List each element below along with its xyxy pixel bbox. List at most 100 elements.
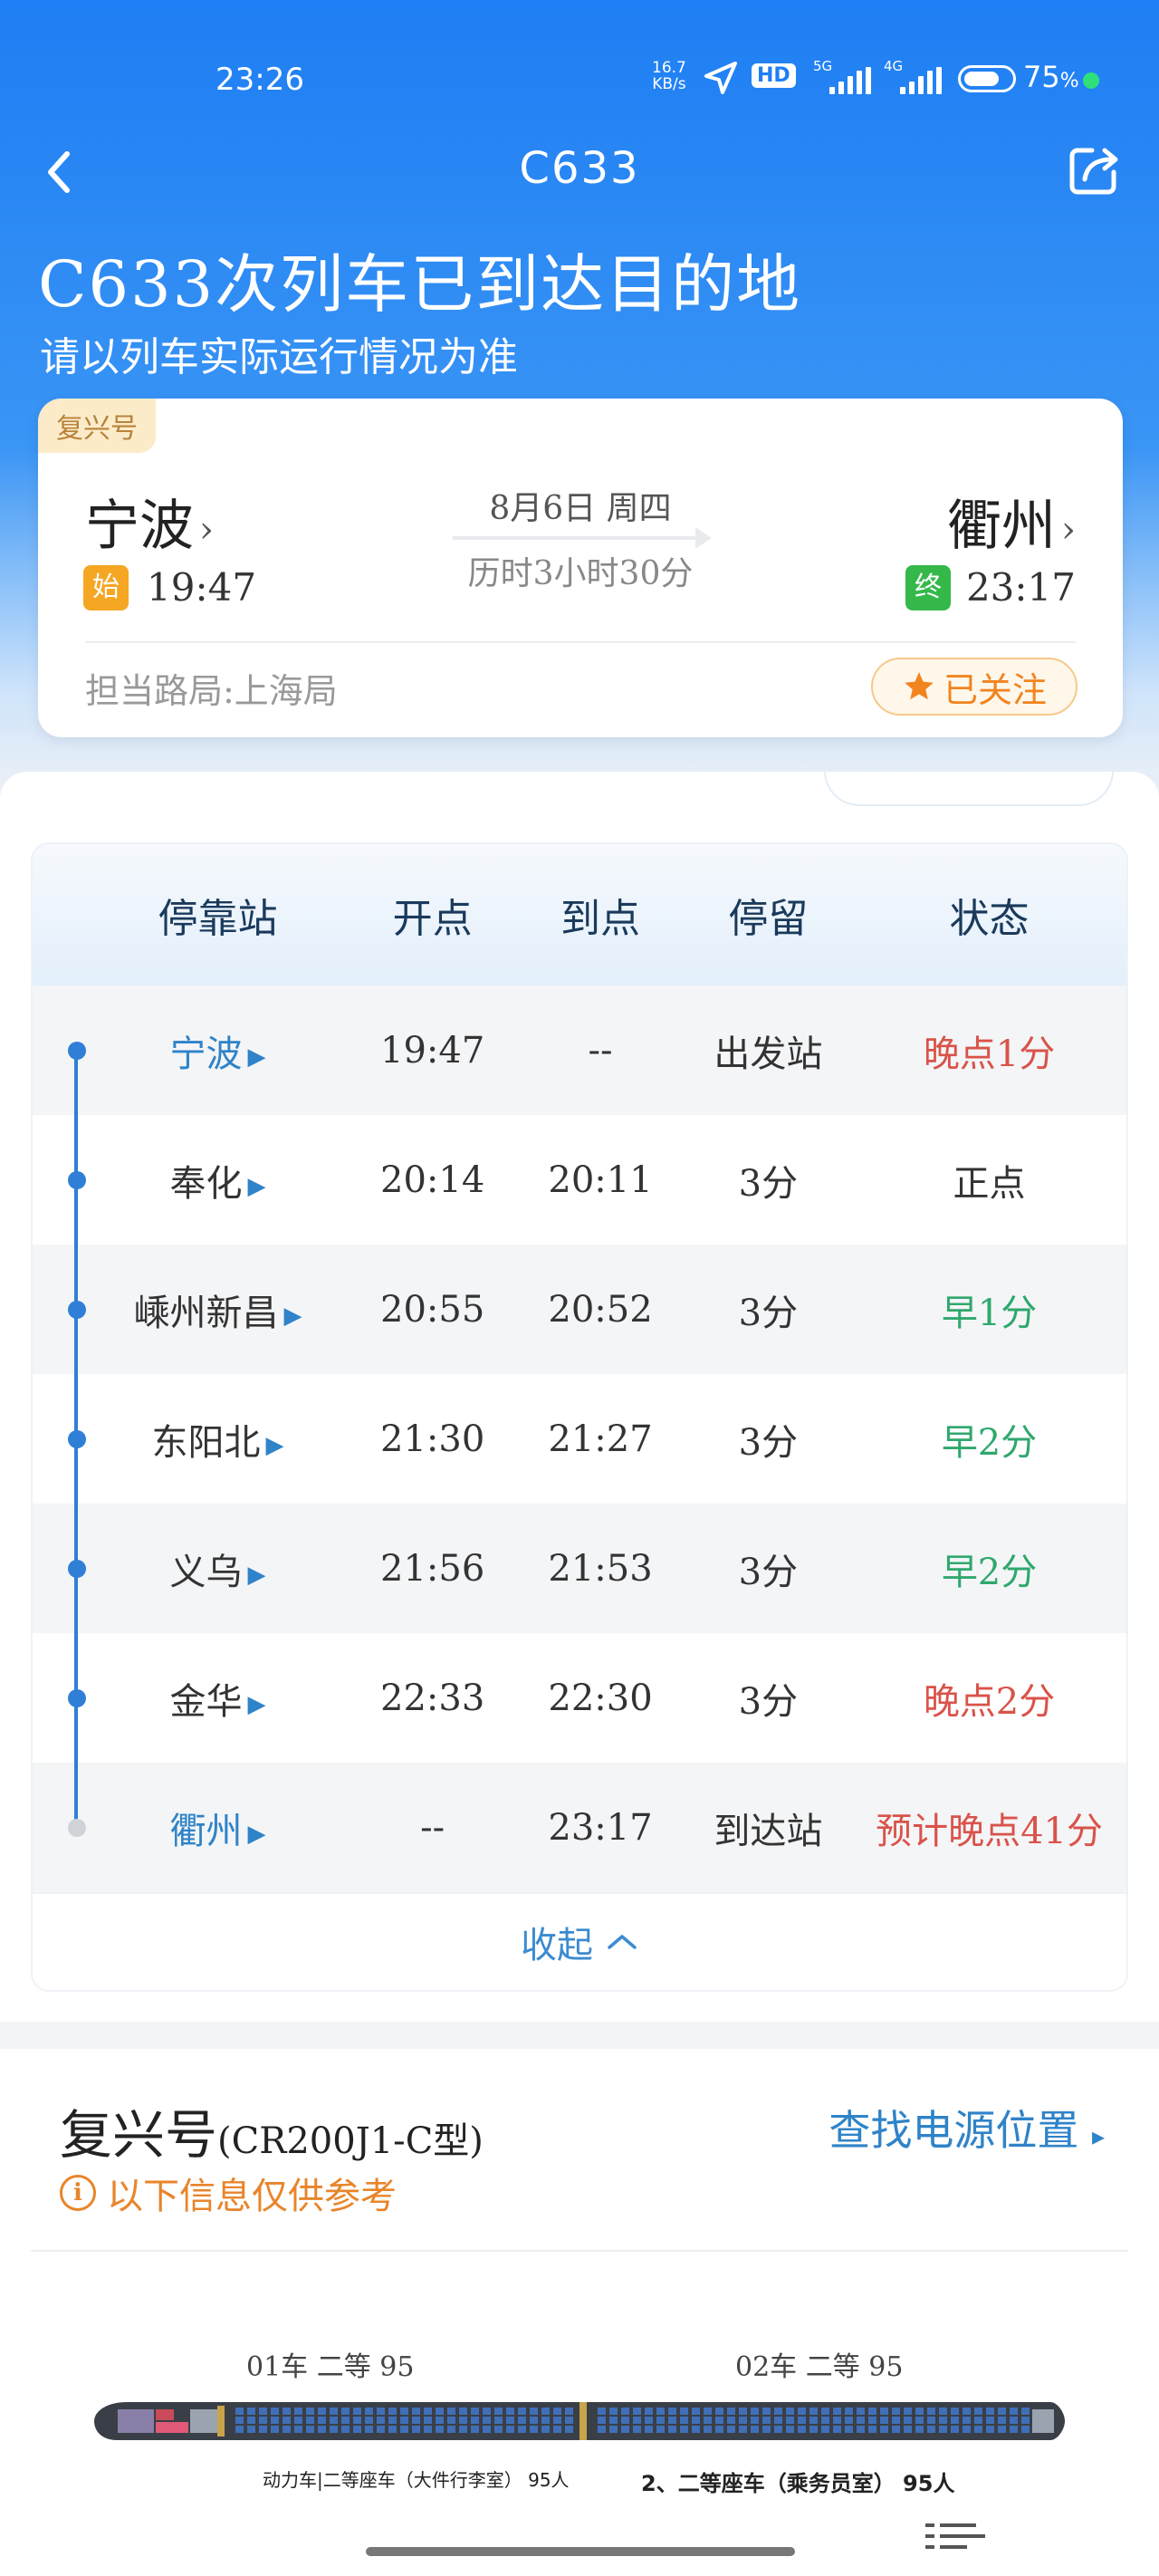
stop-status: 晚点2分 [923,1680,1056,1723]
timeline-node [68,1041,86,1060]
caret-right-icon: ▶ [283,1302,302,1330]
caret-right-icon: ▶ [247,1690,266,1718]
stop-arrive: 20:52 [548,1288,653,1331]
map-button[interactable] [824,772,1114,806]
stop-arrive: 23:17 [548,1806,653,1849]
car-label-02: 02车 二等 95 [735,2351,904,2383]
stop-status: 正点 [953,1162,1026,1205]
header-depart: 开点 [392,896,473,942]
depart-time: 19:47 [147,565,257,610]
page-title: C633 [519,143,640,194]
net-speed: 16.7 KB/s [652,59,686,93]
table-header: 停靠站 开点 到点 停留 状态 [33,844,1126,985]
stop-status: 早2分 [941,1421,1038,1464]
stop-status: 晚点1分 [923,1033,1056,1075]
stop-status: 早1分 [941,1292,1038,1334]
chevron-right-icon: ▸ [1091,2121,1105,2151]
header-status: 状态 [949,896,1030,942]
stop-stay: 3分 [738,1551,799,1593]
table-row: 衢州 ▶ -- 23:17 到达站 预计晚点41分 [33,1763,1126,1892]
caret-right-icon: ▶ [247,1172,266,1200]
timeline-node [68,1170,86,1189]
stop-depart: 20:14 [380,1158,485,1201]
stops-panel: 停靠站 开点 到点 停留 状态 宁波 ▶ 19:47 -- 出发站 晚点1分 奉化 ▶ 20:1… [0,772,1159,2022]
signal-bars-icon [900,67,942,94]
header-arrive: 到点 [560,896,641,942]
stop-depart: 21:56 [380,1547,485,1590]
timeline-node [68,1559,86,1578]
battery-icon [958,65,1016,92]
arrival-subline: 请以列车实际运行情况为准 [40,334,518,380]
timeline-node [68,1429,86,1448]
reference-notice: i 以下信息仅供参考 [60,2167,397,2219]
arrival-headline: C633次列车已到达目的地 [38,247,802,322]
location-arrow-icon [704,62,737,94]
share-icon[interactable] [1065,141,1123,199]
stop-stay: 到达站 [714,1810,823,1852]
hd-voice-badge: HD [752,63,796,88]
stop-stay: 3分 [738,1421,799,1464]
header-station: 停靠站 [158,896,278,942]
stop-arrive: 22:30 [548,1677,653,1719]
stop-arrive: 21:53 [548,1547,653,1590]
table-row: 奉化 ▶ 20:14 20:11 3分 正点 [33,1115,1126,1245]
collapse-button[interactable]: 收起 [33,1892,1126,1990]
power-location-link[interactable]: 查找电源位置 ▸ [829,2098,1105,2158]
divider [31,2250,1128,2252]
railway-bureau: 担当路局:上海局 [85,671,338,711]
divider [85,641,1076,643]
star-icon [905,672,934,700]
stop-stay: 3分 [738,1162,799,1205]
car-caption-01: 动力车|二等座车（大件行李室） 95人 [263,2469,570,2491]
status-bar: 23:26 16.7 KB/s HD 5G 4G 75% [0,56,1159,107]
stop-stay: 3分 [738,1292,799,1334]
table-row: 东阳北 ▶ 21:30 21:27 3分 早2分 [33,1374,1126,1504]
stop-arrive: 20:11 [548,1158,653,1201]
nav-bar: C633 [0,136,1159,208]
train-type-tag: 复兴号 [38,399,156,453]
table-row: 义乌 ▶ 21:56 21:53 3分 早2分 [33,1504,1126,1633]
caret-right-icon: ▶ [247,1561,266,1589]
info-icon: i [60,2175,96,2211]
status-time: 23:26 [216,62,304,98]
trip-date: 8月6日 周四 [489,490,672,527]
header-stay: 停留 [728,896,809,942]
follow-button[interactable]: 已关注 [871,658,1078,716]
chevron-up-icon [608,1935,637,1949]
privacy-dot [1083,72,1099,89]
stop-arrive: 21:27 [548,1418,653,1460]
arrive-time: 23:17 [965,565,1076,610]
train-model-section: 复兴号(CR200J1-C型) 查找电源位置 ▸ i 以下信息仅供参考 01车 … [0,2049,1159,2576]
table-row: 嵊州新昌 ▶ 20:55 20:52 3分 早1分 [33,1245,1126,1374]
menu-icon[interactable] [922,2518,991,2554]
trip-info-card: 复兴号 宁波 › 衢州 › 8月6日 周四 历时3小时30分 始 19:47 终 2… [38,399,1123,737]
stop-depart: 21:30 [380,1418,485,1460]
table-body: 宁波 ▶ 19:47 -- 出发站 晚点1分 奉化 ▶ 20:14 20:11 3分 正点 嵊州新昌 ▶ 2… [33,985,1126,1892]
stop-depart: 20:55 [380,1288,485,1331]
home-indicator[interactable] [366,2547,795,2556]
caret-right-icon: ▶ [265,1431,284,1459]
stop-stay: 出发站 [714,1033,823,1075]
timeline-node [68,1688,86,1707]
stop-depart: -- [420,1806,445,1849]
caret-right-icon: ▶ [247,1820,266,1848]
route-arrow [453,527,712,549]
battery-percent: 75% [1023,60,1079,94]
stop-status: 早2分 [941,1551,1038,1593]
stop-status: 预计晚点41分 [876,1810,1103,1852]
caret-right-icon: ▶ [247,1043,266,1071]
train-model-title: 复兴号(CR200J1-C型) [60,2104,484,2166]
car-label-01: 01车 二等 95 [246,2351,415,2383]
table-row: 宁波 ▶ 19:47 -- 出发站 晚点1分 [33,985,1126,1115]
car-caption-02: 2、二等座车（乘务员室） 95人 [641,2471,955,2496]
stop-depart: 22:33 [380,1677,485,1719]
timeline-node [68,1818,86,1837]
table-row: 金华 ▶ 22:33 22:30 3分 晚点2分 [33,1633,1126,1763]
stops-table: 停靠站 开点 到点 停留 状态 宁波 ▶ 19:47 -- 出发站 晚点1分 奉化 ▶ 20:1… [31,842,1128,1992]
timeline-node [68,1300,86,1319]
end-badge: 终 [905,565,951,610]
stop-depart: 19:47 [380,1029,485,1072]
stop-arrive: -- [588,1029,613,1072]
train-layout-diagram [94,2402,1065,2440]
stop-stay: 3分 [738,1680,799,1723]
